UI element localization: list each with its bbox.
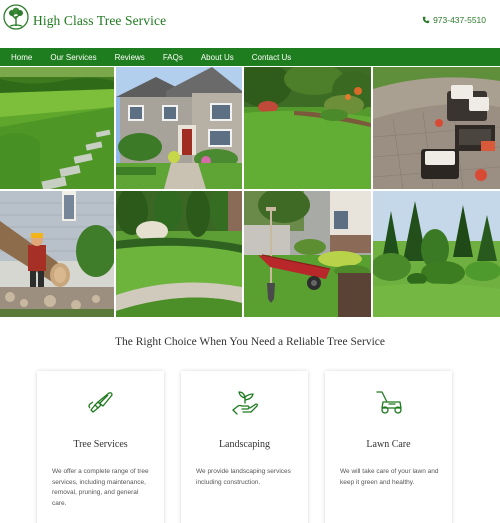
garden-lawn-with-flowers-photo [244, 67, 371, 189]
lawn-with-stepping-stones-photo [0, 67, 114, 189]
page-tagline: The Right Choice When You Need a Reliabl… [115, 336, 385, 348]
nav-contact-us[interactable]: Contact Us [252, 53, 292, 62]
nav-our-services[interactable]: Our Services [50, 53, 96, 62]
nav-reviews[interactable]: Reviews [115, 53, 145, 62]
stone-patio-with-furniture-photo [373, 67, 500, 189]
nav-faqs[interactable]: FAQs [163, 53, 183, 62]
site-header: High Class Tree Service 973-437-5510 [0, 0, 500, 48]
hand-plant-icon [231, 391, 258, 415]
phone-link[interactable]: 973-437-5510 [422, 15, 486, 25]
brand-name[interactable]: High Class Tree Service [33, 13, 166, 29]
service-description: We offer a complete range of tree servic… [52, 468, 149, 507]
house-front-landscaping-photo [116, 67, 242, 189]
service-card-landscaping[interactable]: Landscaping We provide landscaping servi… [181, 371, 308, 523]
curved-lawn-hedges-photo [116, 191, 242, 317]
service-card-tree-services[interactable]: Tree Services We offer a complete range … [37, 371, 164, 523]
phone-number: 973-437-5510 [433, 15, 486, 25]
service-title: Landscaping [218, 439, 271, 450]
evergreen-garden-photo [373, 191, 500, 317]
service-title: Lawn Care [366, 439, 411, 450]
nav-about-us[interactable]: About Us [201, 53, 234, 62]
service-card-lawn-care[interactable]: Lawn Care We will take care of your lawn… [325, 371, 452, 523]
nav-home[interactable]: Home [11, 53, 32, 62]
phone-icon [422, 16, 430, 24]
garden-shovel-wheelbarrow-photo [244, 191, 371, 317]
service-title: Tree Services [73, 439, 128, 450]
main-nav: Home Our Services Reviews FAQs About Us … [0, 48, 500, 66]
chainsaw-icon [87, 392, 113, 413]
photo-gallery [0, 67, 500, 317]
service-description: We provide landscaping services includin… [196, 468, 291, 486]
service-description: We will take care of your lawn and keep … [340, 468, 439, 486]
lawn-mower-icon [375, 391, 402, 414]
tree-removal-worker-photo [0, 191, 114, 317]
tree-logo-icon[interactable] [3, 4, 29, 30]
